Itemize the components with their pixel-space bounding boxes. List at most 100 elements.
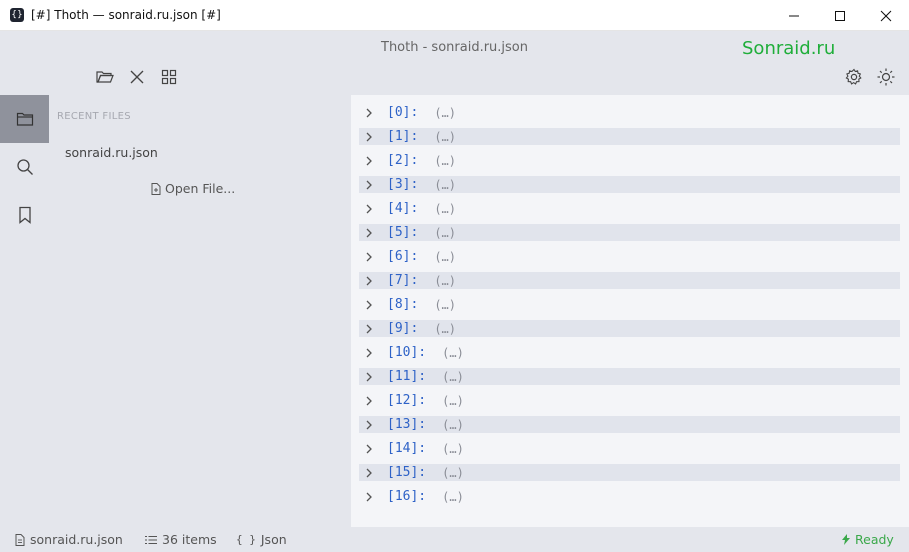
- close-file-button[interactable]: [127, 67, 147, 87]
- status-ready: Ready: [842, 532, 894, 547]
- tree-row[interactable]: [10]: (…): [359, 344, 900, 361]
- tree-key: [6]:: [387, 249, 419, 264]
- tree-key: [15]:: [387, 465, 427, 480]
- recent-file-item[interactable]: sonraid.ru.json: [65, 145, 158, 160]
- chevron-right-icon[interactable]: [359, 392, 379, 409]
- tree-key: [8]:: [387, 297, 419, 312]
- chevron-right-icon[interactable]: [359, 488, 379, 505]
- tree-row[interactable]: [12]: (…): [359, 392, 900, 409]
- tree-value-placeholder: (…): [442, 393, 464, 408]
- list-icon: [145, 535, 157, 544]
- open-file-label: Open File...: [165, 181, 236, 196]
- tree-row[interactable]: [15]: (…): [359, 464, 900, 481]
- tree-value-placeholder: (…): [434, 321, 456, 336]
- tree-row[interactable]: [1]: (…): [359, 128, 900, 145]
- chevron-right-icon[interactable]: [359, 416, 379, 433]
- minimize-button[interactable]: [771, 0, 817, 31]
- tree-value-placeholder: (…): [442, 417, 464, 432]
- tree-row[interactable]: [3]: (…): [359, 176, 900, 193]
- sidebar-rail: [0, 95, 49, 527]
- status-format-label: Json: [260, 532, 287, 547]
- bookmark-icon: [18, 206, 31, 224]
- chevron-right-icon[interactable]: [359, 104, 379, 121]
- chevron-right-icon[interactable]: [359, 320, 379, 337]
- lightning-icon: [842, 534, 850, 545]
- chevron-right-icon[interactable]: [359, 296, 379, 313]
- open-folder-button[interactable]: [95, 67, 115, 87]
- tree-key: [0]:: [387, 105, 419, 120]
- chevron-right-icon[interactable]: [359, 440, 379, 457]
- chevron-right-icon[interactable]: [359, 224, 379, 241]
- tree-value-placeholder: (…): [442, 345, 464, 360]
- tree-value-placeholder: (…): [434, 153, 456, 168]
- maximize-button[interactable]: [817, 0, 863, 31]
- tree-value-placeholder: (…): [442, 369, 464, 384]
- file-icon: [15, 533, 25, 546]
- chevron-right-icon[interactable]: [359, 368, 379, 385]
- rail-item-search[interactable]: [0, 143, 49, 191]
- tree-value-placeholder: (…): [434, 201, 456, 216]
- maximize-icon: [835, 10, 845, 21]
- sun-icon: [877, 68, 895, 86]
- app-header: Thoth - sonraid.ru.json Sonraid.ru: [0, 31, 909, 95]
- tree-value-placeholder: (…): [434, 129, 456, 144]
- rail-item-files[interactable]: [0, 95, 49, 143]
- status-file: sonraid.ru.json: [15, 532, 123, 547]
- tree-key: [3]:: [387, 177, 419, 192]
- tree-key: [13]:: [387, 417, 427, 432]
- tree-value-placeholder: (…): [434, 249, 456, 264]
- grid-view-button[interactable]: [159, 67, 179, 87]
- tree-row[interactable]: [6]: (…): [359, 248, 900, 265]
- tree-row[interactable]: [11]: (…): [359, 368, 900, 385]
- status-file-label: sonraid.ru.json: [30, 532, 123, 547]
- chevron-right-icon[interactable]: [359, 152, 379, 169]
- tree-key: [1]:: [387, 129, 419, 144]
- tree-row[interactable]: [16]: (…): [359, 488, 900, 505]
- chevron-right-icon[interactable]: [359, 200, 379, 217]
- tree-row[interactable]: [2]: (…): [359, 152, 900, 169]
- json-tree-view: [0]: (…) [1]: (…) [2]: (…) [3]: (…) [4]: (…) [5]: (…: [351, 95, 909, 527]
- watermark: Sonraid.ru: [742, 38, 836, 59]
- minimize-icon: [789, 15, 799, 16]
- chevron-right-icon[interactable]: [359, 128, 379, 145]
- tree-value-placeholder: (…): [434, 105, 456, 120]
- window-controls: [771, 0, 909, 31]
- status-ready-label: Ready: [855, 532, 894, 547]
- rail-item-bookmarks[interactable]: [0, 191, 49, 239]
- tree-key: [14]:: [387, 441, 427, 456]
- tree-row[interactable]: [7]: (…): [359, 272, 900, 289]
- side-panel: RECENT FILES sonraid.ru.json Open File..…: [49, 95, 351, 527]
- tree-row[interactable]: [14]: (…): [359, 440, 900, 457]
- tree-key: [2]:: [387, 153, 419, 168]
- tree-row[interactable]: [4]: (…): [359, 200, 900, 217]
- theme-toggle-button[interactable]: [876, 67, 896, 87]
- tree-key: [7]:: [387, 273, 419, 288]
- tree-value-placeholder: (…): [434, 177, 456, 192]
- chevron-right-icon[interactable]: [359, 248, 379, 265]
- tree-key: [4]:: [387, 201, 419, 216]
- tree-row[interactable]: [9]: (…): [359, 320, 900, 337]
- tree-row[interactable]: [13]: (…): [359, 416, 900, 433]
- tree-key: [10]:: [387, 345, 427, 360]
- tree-key: [11]:: [387, 369, 427, 384]
- chevron-right-icon[interactable]: [359, 344, 379, 361]
- tree-key: [12]:: [387, 393, 427, 408]
- app-icon-glyph: {}: [11, 9, 23, 20]
- folder-icon: [16, 112, 33, 126]
- close-window-button[interactable]: [863, 0, 909, 31]
- file-plus-icon: [151, 182, 161, 195]
- open-file-button[interactable]: Open File...: [151, 181, 235, 196]
- status-bar: sonraid.ru.json 36 items { } Json Ready: [0, 527, 909, 552]
- tree-key: [5]:: [387, 225, 419, 240]
- app-icon: {}: [10, 8, 24, 22]
- tree-row[interactable]: [0]: (…): [359, 104, 900, 121]
- settings-button[interactable]: [844, 67, 864, 87]
- tree-row[interactable]: [5]: (…): [359, 224, 900, 241]
- tree-value-placeholder: (…): [442, 465, 464, 480]
- tree-value-placeholder: (…): [434, 273, 456, 288]
- tree-value-placeholder: (…): [442, 489, 464, 504]
- chevron-right-icon[interactable]: [359, 272, 379, 289]
- chevron-right-icon[interactable]: [359, 176, 379, 193]
- tree-row[interactable]: [8]: (…): [359, 296, 900, 313]
- chevron-right-icon[interactable]: [359, 464, 379, 481]
